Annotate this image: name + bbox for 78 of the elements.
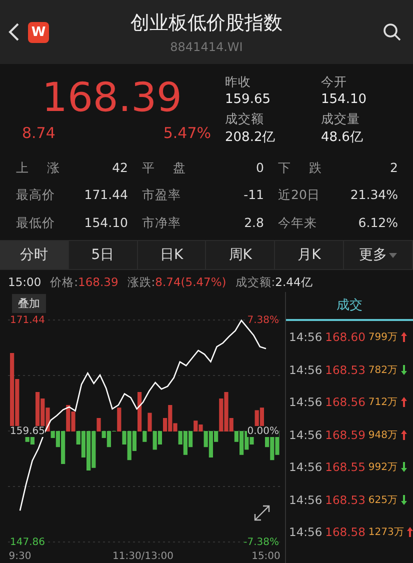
stat-label: 市净率 bbox=[142, 214, 182, 232]
stat-label: 平 盘 bbox=[142, 160, 187, 177]
trade-price: 168.53 bbox=[325, 492, 366, 507]
summary-label: 昨收 bbox=[225, 74, 252, 91]
chart-tab[interactable]: 5日 bbox=[68, 241, 138, 269]
trade-volume: 799万 bbox=[368, 331, 398, 344]
trade-volume: 782万 bbox=[368, 364, 398, 377]
stat-value: 171.44 bbox=[83, 187, 129, 204]
summary-label: 今开 bbox=[321, 74, 348, 91]
stat-label: 下 跌 bbox=[278, 160, 323, 177]
back-icon[interactable] bbox=[8, 22, 20, 42]
stat-label: 近20日 bbox=[278, 187, 321, 204]
trade-price: 168.56 bbox=[325, 395, 366, 410]
chart-tab[interactable]: 周K bbox=[206, 241, 276, 269]
overlay-button[interactable]: 叠加 bbox=[12, 294, 46, 313]
percent-label: -7.38% bbox=[244, 536, 279, 548]
trade-price: 168.58 bbox=[325, 525, 366, 540]
trade-price: 168.53 bbox=[325, 362, 366, 377]
time-label: 9:30 bbox=[8, 551, 32, 562]
stat-value: 154.10 bbox=[83, 214, 129, 232]
trade-volume: 1273万 bbox=[368, 526, 404, 540]
change-percent: 5.47% bbox=[163, 124, 211, 142]
stat-value: -11 bbox=[242, 187, 265, 204]
stat-value: 2 bbox=[389, 160, 399, 177]
chart-tab[interactable]: 日K bbox=[138, 241, 206, 269]
chart-price: 价格:168.39 bbox=[50, 275, 118, 290]
caret-icon bbox=[389, 252, 398, 258]
stat-value: 21.34% bbox=[349, 187, 399, 204]
stat-value: 0 bbox=[255, 160, 265, 177]
summary-value: 159.65 bbox=[225, 92, 272, 108]
app-logo: W bbox=[28, 22, 49, 42]
stat-label: 今年来 bbox=[278, 214, 318, 232]
chart-amount: 成交额:2.44亿 bbox=[235, 275, 313, 290]
trade-time: 14:56 bbox=[289, 395, 322, 410]
percent-label: 0.00% bbox=[247, 426, 279, 436]
chart-tab[interactable]: 分时 bbox=[0, 241, 69, 269]
stat-label: 市盈率 bbox=[142, 187, 182, 204]
summary-label: 成交量 bbox=[321, 110, 361, 128]
trade-time: 14:56 bbox=[289, 362, 322, 377]
stat-value: 42 bbox=[111, 160, 129, 177]
search-icon[interactable] bbox=[383, 23, 401, 41]
time-label: 15:00 bbox=[252, 551, 280, 562]
stat-value: 6.12% bbox=[357, 214, 399, 232]
summary-value: 154.10 bbox=[321, 92, 368, 108]
trade-volume: 625万 bbox=[368, 494, 398, 507]
trade-volume: 712万 bbox=[368, 396, 398, 410]
index-code: 8841414.WI bbox=[170, 40, 243, 54]
time-label: 11:30/13:00 bbox=[112, 551, 174, 562]
trades-tab[interactable]: 成交 bbox=[286, 292, 413, 321]
summary-value: 208.2亿 bbox=[225, 129, 276, 147]
index-title: 创业板低价股指数 bbox=[130, 11, 282, 36]
chart-time: 15:00 bbox=[8, 275, 42, 290]
trade-price: 168.59 bbox=[325, 428, 366, 442]
trade-volume: 992万 bbox=[368, 461, 398, 474]
chart-tab[interactable]: 月K bbox=[275, 241, 344, 269]
expand-icon[interactable] bbox=[253, 504, 271, 522]
trade-price: 168.60 bbox=[325, 330, 366, 344]
trade-price: 168.55 bbox=[325, 460, 366, 474]
stat-label: 上 涨 bbox=[16, 160, 61, 177]
summary-value: 48.6亿 bbox=[321, 129, 364, 147]
trade-time: 14:56 bbox=[289, 492, 322, 507]
chart-change: 涨跌:8.74(5.47%) bbox=[127, 275, 226, 290]
price-change: 8.74 bbox=[22, 124, 56, 142]
axis-label: 159.65 bbox=[10, 426, 45, 436]
summary-label: 成交额 bbox=[225, 110, 265, 128]
stat-value: 2.8 bbox=[243, 214, 265, 232]
percent-label: 7.38% bbox=[247, 314, 279, 326]
last-price: 168.39 bbox=[42, 74, 183, 122]
trade-time: 14:56 bbox=[289, 330, 322, 344]
axis-label: 147.86 bbox=[10, 536, 45, 548]
stat-label: 最高价 bbox=[16, 187, 56, 204]
trade-time: 14:56 bbox=[289, 525, 322, 540]
stat-label: 最低价 bbox=[16, 214, 56, 232]
chart-tab[interactable]: 更多 bbox=[344, 241, 413, 269]
trade-time: 14:56 bbox=[289, 460, 322, 474]
trade-volume: 948万 bbox=[368, 428, 398, 442]
axis-label: 171.44 bbox=[10, 314, 45, 326]
trade-time: 14:56 bbox=[289, 428, 322, 442]
